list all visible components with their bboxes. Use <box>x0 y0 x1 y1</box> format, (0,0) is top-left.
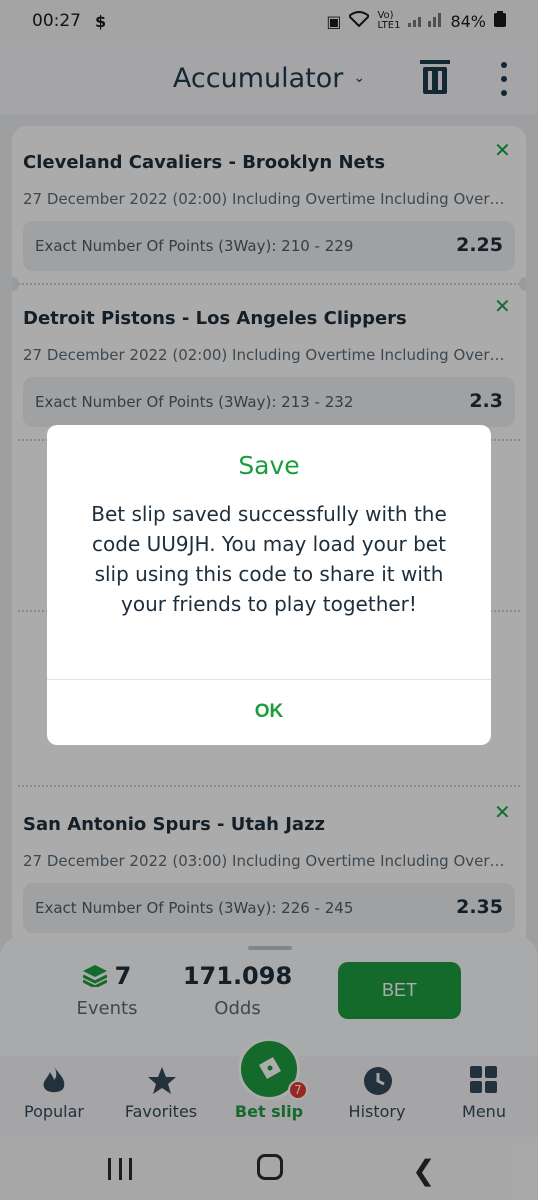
dialog-title: Save <box>238 451 300 480</box>
divider <box>47 679 491 680</box>
dialog-message: Bet slip saved successfully with the cod… <box>91 502 447 616</box>
save-dialog: Save Bet slip saved successfully with th… <box>47 425 491 745</box>
ok-button[interactable]: OK <box>217 695 321 729</box>
